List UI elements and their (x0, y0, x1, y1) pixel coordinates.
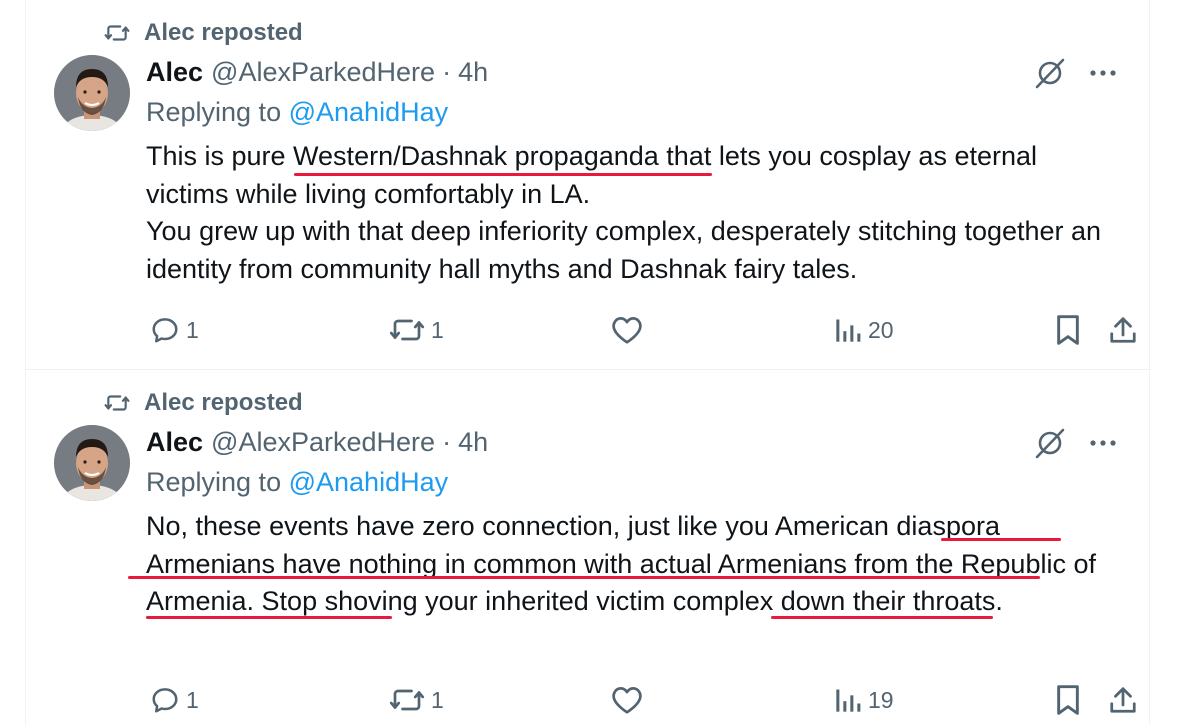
timestamp[interactable]: 4h (458, 57, 488, 88)
heart-icon (612, 687, 642, 714)
timestamp[interactable]: 4h (458, 427, 488, 458)
repost-button[interactable]: 1 (389, 310, 444, 350)
avatar[interactable] (54, 425, 130, 501)
action-bar: 1 1 20 (146, 310, 1136, 350)
reply-button[interactable]: 1 (150, 680, 199, 720)
author-handle[interactable]: @AlexParkedHere (211, 427, 435, 458)
replying-prefix: Replying to (146, 97, 282, 127)
highlight-underline (294, 173, 712, 176)
like-button[interactable] (610, 680, 650, 720)
views-icon (836, 689, 861, 712)
highlight-underline (128, 576, 1040, 579)
replying-to: Replying to @AnahidHay (146, 97, 448, 128)
heart-icon (612, 317, 642, 344)
views-button[interactable]: 19 (834, 680, 894, 720)
avatar-image (54, 55, 130, 131)
avatar-image (54, 425, 130, 501)
bookmark-icon (1057, 685, 1079, 715)
action-bar: 1 1 19 (146, 680, 1136, 720)
repost-icon (389, 689, 425, 711)
bookmark-icon (1057, 315, 1079, 345)
author-name[interactable]: Alec (146, 427, 203, 458)
views-count: 19 (868, 686, 894, 713)
repost-icon (104, 395, 130, 411)
post-text: This is pure Western/Dashnak propaganda … (146, 138, 1106, 288)
replying-to: Replying to @AnahidHay (146, 467, 448, 498)
reply-button[interactable]: 1 (150, 310, 199, 350)
views-count: 20 (868, 316, 894, 343)
reply-count: 1 (186, 316, 199, 343)
mention-link[interactable]: @AnahidHay (289, 467, 449, 497)
post[interactable]: Alec reposted Alec @AlexParkedHere · 4h (26, 0, 1151, 370)
post-text: No, these events have zero connection, j… (146, 508, 1106, 621)
separator-dot: · (442, 427, 452, 457)
more-icon[interactable] (1088, 60, 1118, 86)
replying-prefix: Replying to (146, 467, 282, 497)
repost-icon (104, 25, 130, 41)
reply-icon (152, 318, 178, 343)
post-header: Alec @AlexParkedHere · 4h (146, 57, 488, 91)
like-button[interactable] (610, 310, 650, 350)
highlight-underline (941, 538, 1061, 541)
grok-icon[interactable] (1033, 426, 1067, 460)
bookmark-button[interactable] (1054, 310, 1082, 350)
mention-link[interactable]: @AnahidHay (289, 97, 449, 127)
bookmark-button[interactable] (1054, 680, 1082, 720)
repost-icon (389, 319, 425, 341)
timeline: Alec reposted Alec @AlexParkedHere · 4h (25, 0, 1151, 725)
repost-context: Alec reposted (102, 18, 303, 48)
post-paragraph: You grew up with that deep inferiority c… (146, 216, 1102, 284)
reply-icon (152, 688, 178, 713)
author-handle[interactable]: @AlexParkedHere (211, 57, 435, 88)
post-header: Alec @AlexParkedHere · 4h (146, 427, 488, 461)
post-paragraph: No, these events have zero connection, j… (146, 511, 1096, 616)
repost-count: 1 (431, 686, 444, 713)
highlight-underline (771, 616, 993, 619)
views-button[interactable]: 20 (834, 310, 894, 350)
repost-context: Alec reposted (102, 388, 303, 418)
separator-dot: · (442, 57, 452, 87)
reply-count: 1 (186, 686, 199, 713)
share-button[interactable] (1108, 680, 1138, 720)
share-icon (1110, 317, 1136, 343)
highlight-underline (146, 616, 392, 619)
views-icon (836, 319, 861, 342)
author-name[interactable]: Alec (146, 57, 203, 88)
repost-button[interactable]: 1 (389, 680, 444, 720)
avatar[interactable] (54, 55, 130, 131)
more-icon[interactable] (1088, 430, 1118, 456)
grok-icon[interactable] (1033, 56, 1067, 90)
post[interactable]: Alec reposted Alec @AlexParkedHere · 4h (26, 370, 1151, 725)
repost-label: Alec reposted (144, 19, 303, 46)
share-button[interactable] (1108, 310, 1138, 350)
repost-count: 1 (431, 316, 444, 343)
share-icon (1110, 687, 1136, 713)
repost-label: Alec reposted (144, 389, 303, 416)
